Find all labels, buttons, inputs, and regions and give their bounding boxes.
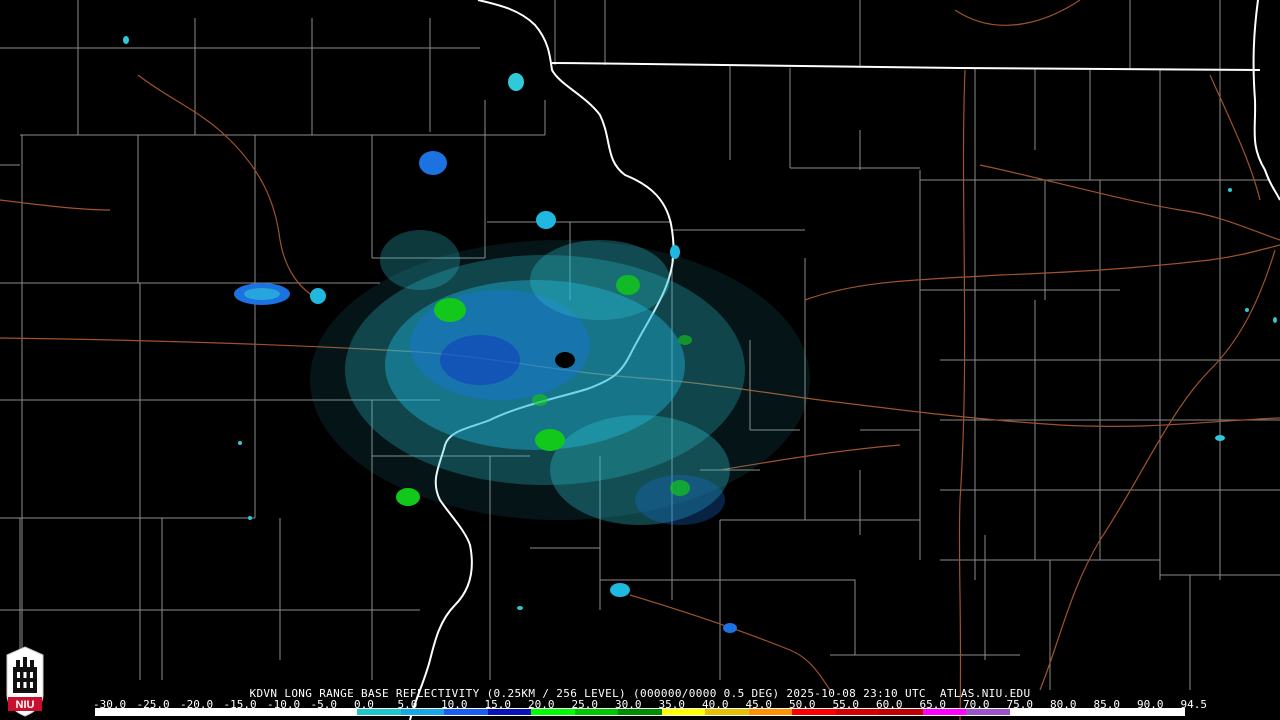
color-bar-segment [705, 709, 749, 715]
color-bar-segment [313, 709, 358, 715]
color-bar-segment [183, 709, 227, 715]
color-bar-segment [835, 709, 880, 715]
color-bar-segment [748, 709, 793, 715]
color-bar-segment [792, 709, 836, 715]
color-bar-segment [618, 709, 662, 715]
color-bar-segment [226, 709, 271, 715]
color-bar-segment [879, 709, 923, 715]
logo-text: NIU [16, 699, 35, 711]
niu-logo: NIU [6, 646, 44, 717]
color-bar-segment [661, 709, 706, 715]
color-bar-segment [1009, 709, 1054, 715]
scale-label: 94.5 [1180, 698, 1208, 711]
color-bar-segment [357, 709, 401, 715]
reflectivity-color-bar [95, 708, 1185, 716]
color-bar-segment [1140, 709, 1184, 715]
color-bar-segment [487, 709, 532, 715]
color-bar-segment [1053, 709, 1097, 715]
color-bar-segment [574, 709, 619, 715]
color-bar-segment [270, 709, 314, 715]
color-bar-segment [531, 709, 575, 715]
color-bar-segment [966, 709, 1010, 715]
color-bar-segment [96, 709, 140, 715]
color-bar-segment [922, 709, 967, 715]
color-bar-segment [444, 709, 488, 715]
color-bar-segment [1096, 709, 1141, 715]
color-bar-segment [139, 709, 184, 715]
radar-map [0, 0, 1280, 720]
color-bar-segment [400, 709, 445, 715]
